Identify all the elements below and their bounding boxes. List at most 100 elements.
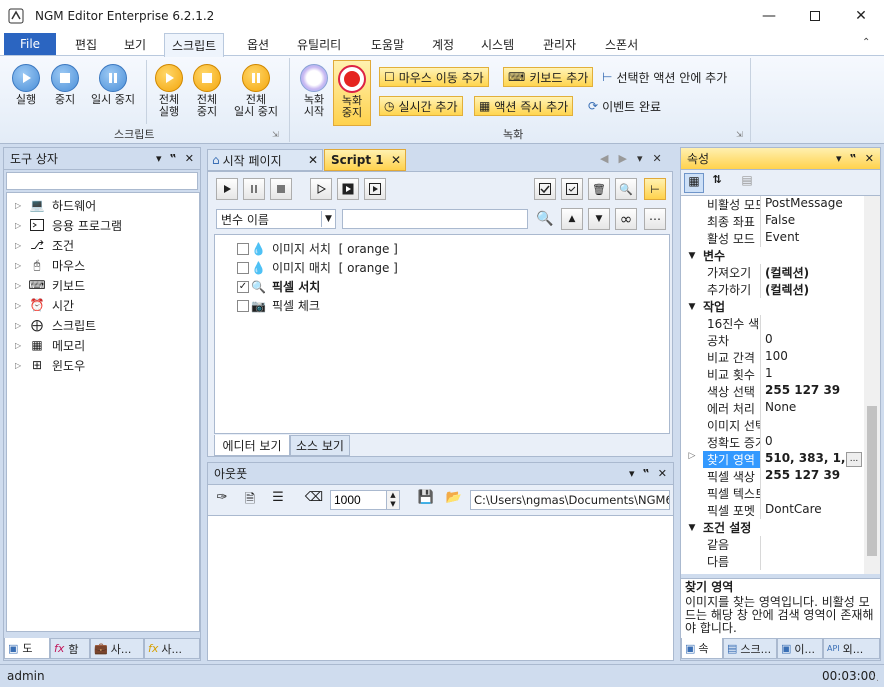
move-down-button[interactable]: ▼ xyxy=(588,208,610,230)
close-icon[interactable]: ✕ xyxy=(658,467,667,480)
resize-grip-icon[interactable]: ⋱ xyxy=(870,673,879,683)
property-row[interactable]: 16진수 색상 xyxy=(703,315,864,332)
property-row[interactable]: 활성 모드 Event xyxy=(703,230,864,247)
run-button[interactable]: 실행 xyxy=(4,64,48,106)
property-row[interactable]: 가져오기 (컬렉션) xyxy=(703,264,864,281)
tab-user-2[interactable]: fx 사... xyxy=(144,638,200,659)
tab-script-list[interactable]: ▤ 스크... xyxy=(723,638,777,659)
dropdown-icon[interactable]: ▾ xyxy=(629,467,635,480)
dialog-launcher-icon[interactable]: ⇲ xyxy=(736,130,743,139)
stop-all-button[interactable]: 전체 중지 xyxy=(188,64,226,118)
tab-properties[interactable]: ▣ 속 xyxy=(681,638,723,659)
check-selected-button[interactable] xyxy=(561,178,583,200)
expand-icon[interactable]: ▷ xyxy=(15,361,23,370)
categorized-icon[interactable]: ▦ xyxy=(684,173,704,193)
expand-icon[interactable]: ▷ xyxy=(15,241,23,250)
property-row[interactable]: 추가하기 (컬렉션) xyxy=(703,281,864,298)
dialog-launcher-icon[interactable]: ⇲ xyxy=(272,130,279,139)
collapse-icon[interactable]: ▼ xyxy=(681,523,703,533)
tab-utility[interactable]: 유틸리티 xyxy=(297,36,341,53)
dropdown-icon[interactable]: ▾ xyxy=(836,152,842,165)
property-row[interactable]: 공차 0 xyxy=(703,332,864,349)
more-button[interactable]: ⋯ xyxy=(644,208,666,230)
tab-toolbox[interactable]: ▣ 도 xyxy=(4,638,50,659)
property-row[interactable]: 비교 간격 100 xyxy=(703,349,864,366)
ellipsis-button[interactable]: ... xyxy=(846,452,862,467)
item-checkbox[interactable] xyxy=(237,299,249,312)
tab-images[interactable]: ▣ 이... xyxy=(777,638,823,659)
tab-system[interactable]: 시스템 xyxy=(481,36,514,53)
tab-user-1[interactable]: 💼 사... xyxy=(90,638,144,659)
pin-icon[interactable]: ‟ xyxy=(643,467,650,480)
search-icon[interactable]: 🔍 xyxy=(534,208,556,230)
tab-admin[interactable]: 관리자 xyxy=(543,36,576,53)
tree-item-keyboard[interactable]: ▷ ⌨ 키보드 xyxy=(15,275,199,295)
folder-icon[interactable]: 📂 xyxy=(444,490,464,510)
check-all-button[interactable] xyxy=(534,178,556,200)
interval-stepper[interactable]: ▲ ▼ xyxy=(386,490,400,510)
tree-item-time[interactable]: ▷ ⏰ 시간 xyxy=(15,295,199,315)
property-row[interactable]: 최종 좌표 False xyxy=(703,213,864,230)
toolbox-search-input[interactable] xyxy=(6,172,198,190)
collapse-icon[interactable]: ▼ xyxy=(681,251,703,261)
tab-functions[interactable]: fx 함 xyxy=(50,638,90,659)
interval-input[interactable] xyxy=(330,490,388,510)
property-row[interactable]: 이미지 선택 xyxy=(703,417,864,434)
move-up-button[interactable]: ▲ xyxy=(561,208,583,230)
eraser-icon[interactable]: ⌫ xyxy=(304,490,324,510)
find-button[interactable]: 🔍 xyxy=(615,178,637,200)
file-menu-button[interactable]: File xyxy=(4,33,56,55)
tree-view-button[interactable]: ⊢ xyxy=(644,178,666,200)
add-action-now-button[interactable]: ▦ 액션 즉시 추가 xyxy=(474,96,574,116)
property-row[interactable]: 에러 처리 None xyxy=(703,400,864,417)
tab-edit[interactable]: 편집 xyxy=(75,36,97,53)
tab-sponsor[interactable]: 스폰서 xyxy=(605,36,638,53)
record-start-button[interactable]: 녹화 시작 xyxy=(296,64,332,118)
delete-button[interactable]: 🗑 xyxy=(588,178,610,200)
save-icon[interactable]: 💾 xyxy=(416,490,436,510)
variable-search-input[interactable] xyxy=(342,209,528,229)
close-button[interactable]: ✕ xyxy=(838,0,884,32)
property-row[interactable]: 픽셀 텍스트 xyxy=(703,485,864,502)
expand-icon[interactable]: ▷ xyxy=(15,281,23,290)
tab-help[interactable]: 도움말 xyxy=(371,36,404,53)
add-realtime-button[interactable]: ◷ 실시간 추가 xyxy=(379,96,463,116)
close-icon[interactable]: ✕ xyxy=(185,152,194,165)
property-row[interactable]: 비활성 모드 PostMessage xyxy=(703,196,864,213)
tab-external[interactable]: API 외... xyxy=(823,638,880,659)
scroll-left-icon[interactable]: ◀ xyxy=(600,152,608,165)
property-category-condition[interactable]: ▼ 조건 설정 xyxy=(681,519,864,536)
event-complete-button[interactable]: ⟳ 이벤트 완료 xyxy=(584,96,665,116)
add-in-selected-action-button[interactable]: ⊢ 선택한 액션 안에 추가 xyxy=(598,67,731,87)
tree-item-script[interactable]: ▷ ⨁ 스크립트 xyxy=(15,315,199,335)
expand-icon[interactable]: ▷ xyxy=(15,201,23,210)
stop-script-button[interactable] xyxy=(270,178,292,200)
close-tab-icon[interactable]: ✕ xyxy=(308,153,318,167)
scroll-right-icon[interactable]: ▶ xyxy=(618,152,626,165)
run-from-here-button[interactable] xyxy=(310,178,332,200)
close-icon[interactable]: ✕ xyxy=(865,152,874,165)
tree-item-window[interactable]: ▷ ⊞ 윈도우 xyxy=(15,355,199,375)
property-row[interactable]: 픽셀 색상 255 127 39 xyxy=(703,468,864,485)
dropdown-icon[interactable]: ▾ xyxy=(156,152,162,165)
pause-all-button[interactable]: 전체 일시 중지 xyxy=(228,64,284,118)
property-scrollbar[interactable] xyxy=(864,196,880,574)
tree-item-hardware[interactable]: ▷ 💻 하드웨어 xyxy=(15,195,199,215)
close-icon[interactable]: ✕ xyxy=(652,152,661,165)
tab-options[interactable]: 옵션 xyxy=(247,36,269,53)
output-path-field[interactable]: C:\Users\ngmas\Documents\NGM6\ xyxy=(470,490,670,510)
expand-icon[interactable]: ▷ xyxy=(15,321,23,330)
script-item-selected[interactable]: ✓ 🔍 픽셀 서치 xyxy=(237,277,669,296)
loop-button[interactable]: ∞ xyxy=(615,208,637,230)
minimize-button[interactable]: — xyxy=(746,0,792,32)
collapse-icon[interactable]: ▼ xyxy=(681,302,703,312)
dropdown-icon[interactable]: ▾ xyxy=(637,152,643,165)
scrollbar-thumb[interactable] xyxy=(867,406,877,556)
script-item[interactable]: 💧 이미지 매치 [ orange ] xyxy=(237,258,669,277)
maximize-button[interactable] xyxy=(792,0,838,32)
pause-button[interactable]: 일시 중지 xyxy=(86,64,140,106)
script-item[interactable]: 💧 이미지 서치 [ orange ] xyxy=(237,239,669,258)
variable-name-select[interactable]: 변수 이름 ▼ xyxy=(216,209,336,229)
tab-script-1[interactable]: Script 1 ✕ xyxy=(324,149,406,171)
property-row[interactable]: 정확도 증가 0 xyxy=(703,434,864,451)
